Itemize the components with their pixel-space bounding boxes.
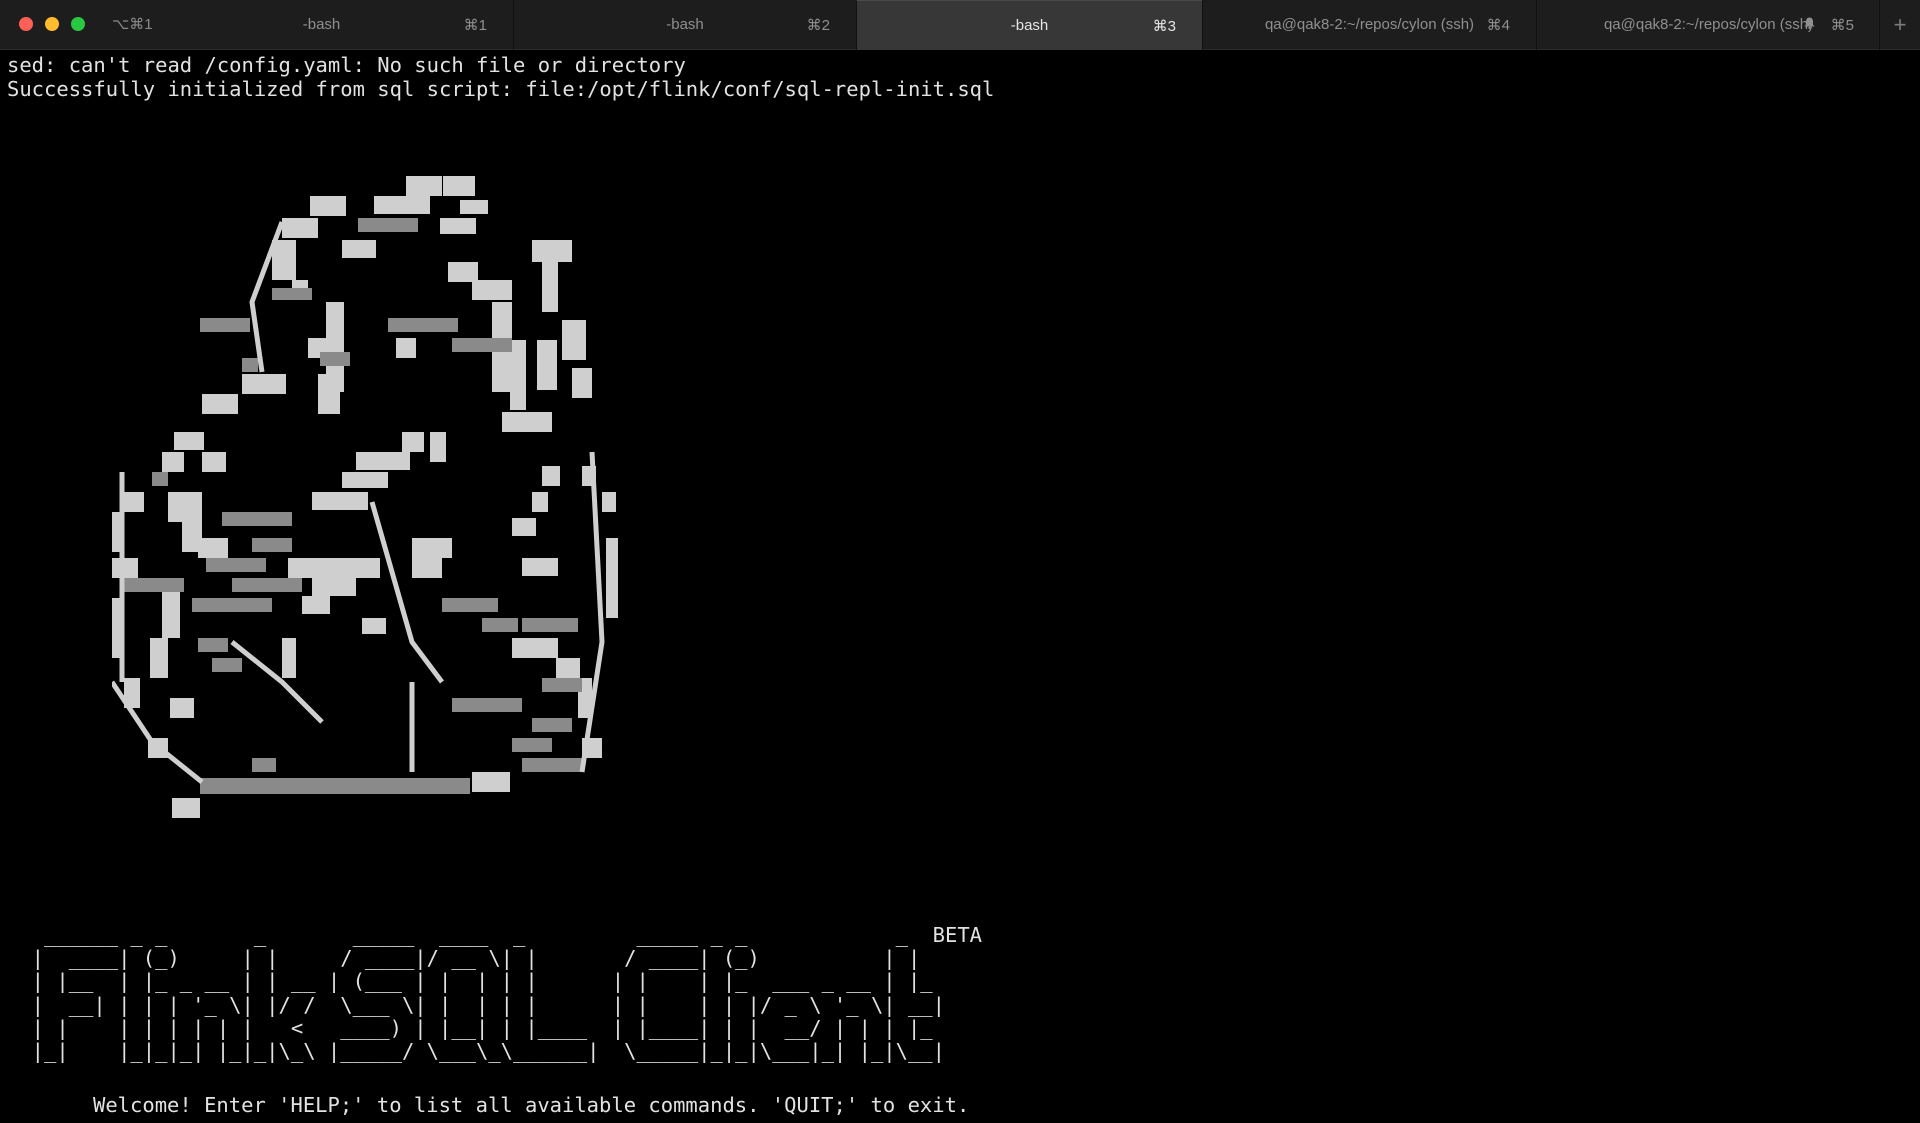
tab-bar: ⌥⌘1 -bash ⌘1 -bash ⌘2 -bash ⌘3 qa@qak8-2… (0, 0, 1920, 50)
terminal-line: sed: can't read /config.yaml: No such fi… (7, 53, 686, 77)
tab-2[interactable]: -bash ⌘2 (513, 0, 856, 50)
tab-4[interactable]: qa@qak8-2:~/repos/cylon (ssh) ⌘4 (1202, 0, 1536, 50)
tab-title: -bash (302, 16, 341, 33)
tab-shortcut: ⌘5 (1830, 17, 1854, 34)
welcome-message: Welcome! Enter 'HELP;' to list all avail… (93, 1093, 970, 1117)
tab-title: -bash (666, 16, 704, 33)
minimize-window-button[interactable] (45, 17, 59, 31)
maximize-window-button[interactable] (71, 17, 85, 31)
tab-shortcut: ⌘3 (1152, 18, 1176, 35)
bell-icon (1804, 17, 1815, 29)
tab-shortcut: ⌘1 (463, 17, 487, 34)
close-window-button[interactable] (19, 17, 33, 31)
terminal-window: ⌥⌘1 -bash ⌘1 -bash ⌘2 -bash ⌘3 qa@qak8-2… (0, 0, 1920, 1123)
tab-title: -bash (1010, 17, 1049, 34)
flink-squirrel-ascii-art (112, 176, 618, 818)
tab-1[interactable]: -bash ⌘1 (130, 0, 513, 50)
tab-shortcut: ⌘2 (806, 17, 830, 34)
tab-3-active[interactable]: -bash ⌘3 (856, 0, 1202, 50)
terminal-line: Successfully initialized from sql script… (7, 77, 995, 101)
tab-title: qa@qak8-2:~/repos/cylon (ssh) (1603, 16, 1814, 33)
tab-5[interactable]: qa@qak8-2:~/repos/cylon (ssh) ⌘5 (1536, 0, 1880, 50)
terminal-output[interactable]: sed: can't read /config.yaml: No such fi… (0, 50, 1920, 1123)
flink-sql-client-banner: ______ _ _ _ _____ ____ _ _____ _ _ _ BE… (31, 923, 983, 1064)
tab-shortcut: ⌘4 (1486, 17, 1510, 34)
new-tab-button[interactable]: + (1879, 0, 1920, 50)
